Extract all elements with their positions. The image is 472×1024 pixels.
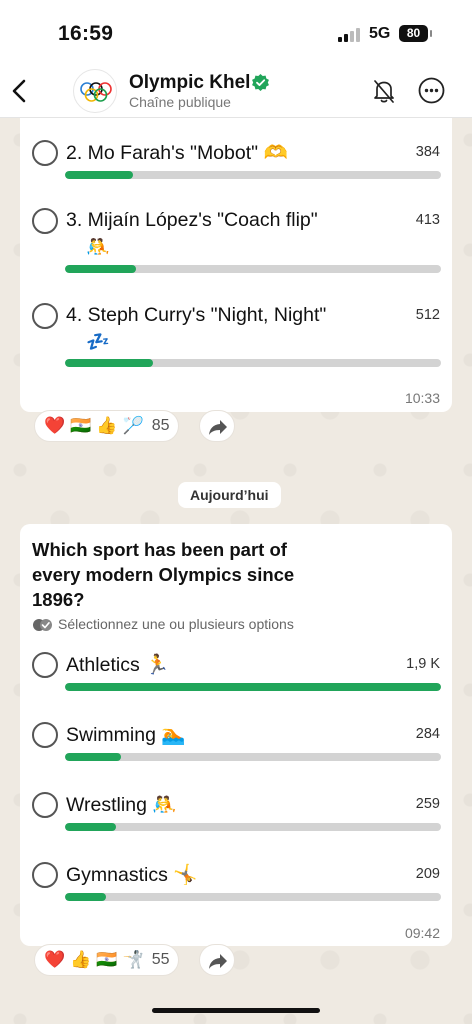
reaction-emoji: 👍 (70, 950, 92, 969)
chevron-left-icon[interactable] (8, 76, 32, 106)
signal-icon (338, 27, 362, 42)
forward-arrow-icon (209, 954, 227, 969)
double-check-icon (33, 619, 52, 631)
bell-slash-icon[interactable] (370, 77, 398, 105)
poll-option-bar-fill (65, 265, 137, 273)
reaction-emoji: 👍 (96, 416, 118, 435)
poll-option-count: 1,9 K (406, 656, 440, 672)
date-separator: Aujourd’hui (178, 482, 281, 508)
poll-option-bar-fill (65, 359, 154, 367)
status-bar: 16:59 5G 80 (0, 0, 472, 64)
reaction-emoji: ❤️ (44, 950, 66, 969)
message-time: 09:42 (404, 925, 440, 941)
reaction-emoji: 🏸 (122, 416, 144, 435)
channel-title[interactable]: Olympic Khel (129, 72, 250, 94)
reaction-emoji: 🇮🇳 (70, 416, 92, 435)
poll-option-bar (65, 265, 441, 273)
poll-option-bar (65, 893, 441, 901)
poll-option-bar (65, 359, 441, 367)
poll-option-emoji: 🤼 (86, 237, 110, 258)
poll-option-radio[interactable] (32, 652, 58, 678)
poll-question: Which sport has been part of every moder… (32, 539, 295, 610)
poll-option-label: 4. Steph Curry's "Night, Night" (66, 304, 327, 326)
channel-header: Olympic Khel Chaîne publique (0, 64, 472, 118)
poll-option-label: Athletics 🏃 (66, 654, 170, 676)
battery-icon: 80 (399, 25, 428, 42)
poll-option-radio[interactable] (32, 303, 58, 329)
poll-option-bar-fill (65, 753, 122, 761)
poll-option-bar (65, 753, 441, 761)
poll-option-label: Wrestling 🤼 (66, 794, 177, 816)
poll-option-bar-fill (65, 893, 107, 901)
poll-option-radio[interactable] (32, 862, 58, 888)
poll-option-radio[interactable] (32, 792, 58, 818)
reaction-emoji: 🇮🇳 (96, 950, 118, 969)
forward-button[interactable] (199, 944, 235, 976)
message-time: 10:33 (404, 390, 440, 406)
poll-option-radio[interactable] (32, 722, 58, 748)
poll-message-previous: 2. Mo Farah's "Mobot" 🫶 384 3. Mijaín Ló… (20, 100, 452, 412)
verified-badge-icon (251, 73, 270, 92)
poll-option-count: 384 (415, 144, 440, 160)
poll-option-bar (65, 683, 441, 691)
poll-option-count: 512 (415, 307, 440, 323)
reaction-emoji: ❤️ (44, 416, 66, 435)
poll-option-count: 209 (415, 866, 440, 882)
poll-hint: Sélectionnez une ou plusieurs options (32, 616, 294, 632)
poll-option-bar-fill (65, 823, 116, 831)
poll-option-label: 2. Mo Farah's "Mobot" 🫶 (66, 142, 288, 164)
poll-option-bar (65, 823, 441, 831)
home-indicator (152, 1008, 320, 1013)
reaction-count: 55 (151, 951, 170, 968)
poll-option-label: Gymnastics 🤸 (66, 864, 198, 886)
poll-option-emoji: 💤 (86, 332, 110, 353)
network-type: 5G (369, 25, 391, 42)
poll-message: Which sport has been part of every moder… (20, 524, 452, 946)
poll-hint-text: Sélectionnez une ou plusieurs options (58, 616, 294, 632)
poll-option-count: 284 (415, 726, 440, 742)
forward-arrow-icon (209, 420, 227, 435)
poll-option-radio[interactable] (32, 208, 58, 234)
channel-avatar[interactable] (73, 69, 117, 113)
poll-option-label: 3. Mijaín López's "Coach flip" (66, 209, 318, 231)
status-time: 16:59 (58, 22, 114, 45)
reactions-pill[interactable]: ❤️ 👍 🇮🇳 🤺 55 (34, 944, 180, 976)
poll-option-radio[interactable] (32, 140, 58, 166)
poll-option-bar (65, 171, 441, 179)
poll-option-label: Swimming 🏊 (66, 724, 186, 746)
battery-tip (430, 30, 432, 37)
channel-subtitle: Chaîne publique (129, 94, 231, 110)
olympic-rings-icon (80, 82, 112, 102)
poll-option-bar-fill (65, 683, 441, 691)
reaction-emoji: 🤺 (122, 950, 144, 969)
poll-option-count: 259 (415, 796, 440, 812)
poll-option-count: 413 (415, 212, 440, 228)
ellipsis-circle-icon[interactable] (418, 77, 445, 104)
reactions-pill[interactable]: ❤️ 🇮🇳 👍 🏸 85 (34, 410, 180, 442)
forward-button[interactable] (199, 410, 235, 442)
reaction-count: 85 (151, 417, 170, 434)
poll-option-bar-fill (65, 171, 133, 179)
